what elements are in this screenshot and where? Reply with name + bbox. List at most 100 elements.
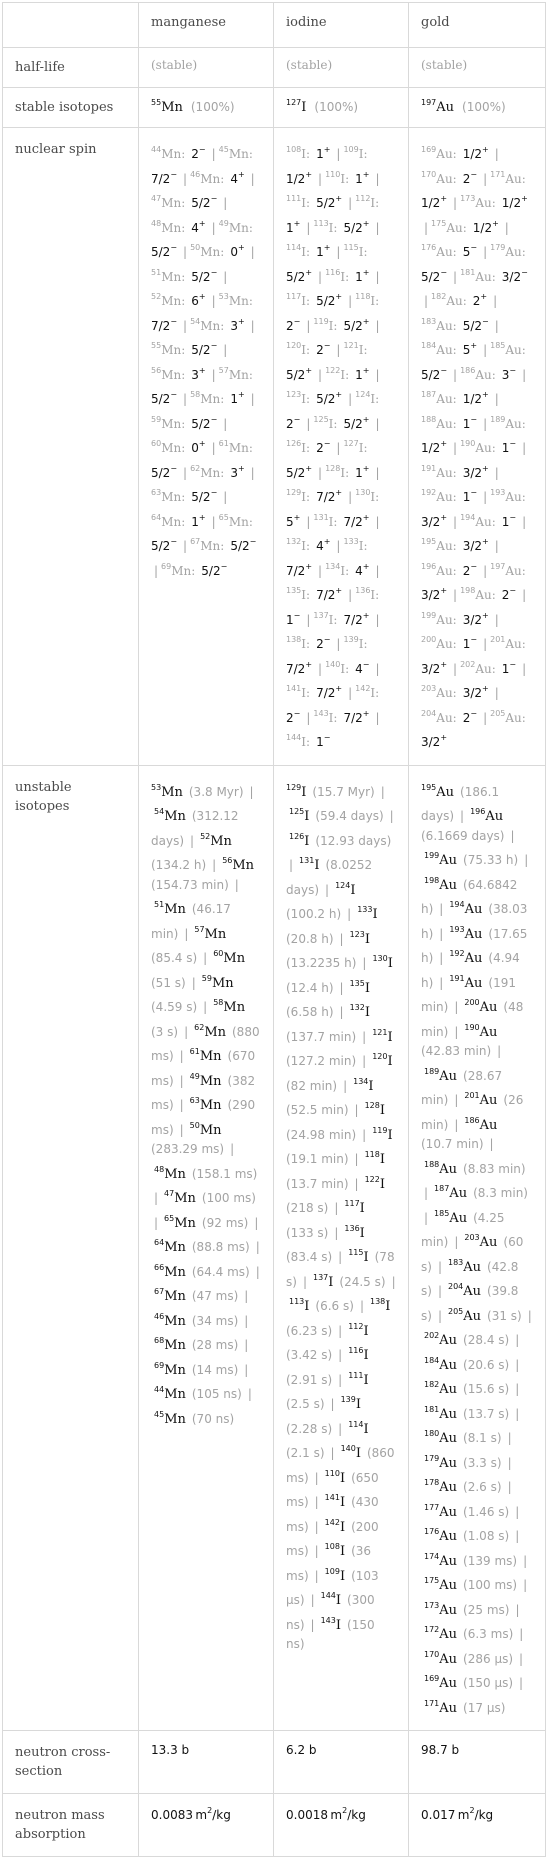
spin-entry: 63Mn: 5/2− <box>151 488 217 504</box>
mass-number: 57 <box>218 365 229 375</box>
corner-cell <box>2 2 139 48</box>
element-symbol: I: <box>358 637 368 651</box>
spin-value: 3/2+ <box>421 586 448 602</box>
separator: | <box>453 441 458 455</box>
spin-value: 3/2+ <box>462 537 489 553</box>
separator: | <box>183 318 188 333</box>
separator: | <box>483 416 488 431</box>
element-comparison-table: manganese iodine gold half-life (stable)… <box>2 2 546 1857</box>
spin-value: 3/2+ <box>421 733 448 749</box>
unstable-isotopes-manganese: 53Mn (3.8 Myr) | 54Mn (312.12 days) | 52… <box>138 764 274 1731</box>
parity-sign: + <box>362 267 370 277</box>
element-symbol: Mn: <box>228 441 253 455</box>
spin-value: 3/2+ <box>462 463 489 480</box>
separator: | <box>453 588 458 602</box>
mass-number: 60 <box>151 439 162 448</box>
separator: | <box>437 1284 442 1298</box>
mass-number: 124 <box>335 880 351 890</box>
isotope-entry: 188Au (8.83 min) <box>424 1160 526 1177</box>
mass-number: 124 <box>355 390 371 399</box>
mass-number: 120 <box>286 341 302 350</box>
value-number: 0.0083 <box>151 1808 193 1822</box>
element-symbol: I: <box>340 563 350 578</box>
separator: | <box>362 1054 367 1068</box>
separator: | <box>338 1250 343 1264</box>
spin-value: 6+ <box>191 292 206 308</box>
separator: | <box>375 661 380 676</box>
spin-value: 3/2+ <box>462 684 489 700</box>
row-label-neutron-mass-absorption: neutron mass absorption <box>2 1793 139 1857</box>
spin-entry: 194Au: 1− <box>460 513 516 529</box>
element-symbol: I <box>339 1544 346 1559</box>
spin-value: 4+ <box>316 537 331 553</box>
separator: | <box>507 1480 512 1494</box>
parity-sign: − <box>509 586 517 595</box>
parity-sign: + <box>362 365 370 375</box>
spin-value: 1+ <box>230 390 245 406</box>
mass-number: 141 <box>286 684 302 693</box>
mass-number: 139 <box>343 635 359 644</box>
parity-sign: + <box>335 194 343 203</box>
isotope-entry: 47Mn (100 ms) <box>164 1189 256 1206</box>
element-symbol: Au <box>439 877 458 893</box>
separator: | <box>289 858 294 872</box>
mass-number: 57 <box>194 924 205 934</box>
separator: | <box>338 1372 343 1387</box>
spin-entry: 108I: 1+ <box>286 145 330 161</box>
element-symbol: Au <box>463 1259 482 1275</box>
spin-entry: 188Au: 1− <box>421 415 477 431</box>
separator: | <box>336 637 341 651</box>
element-symbol: I <box>379 1152 385 1167</box>
parity-sign: + <box>362 610 370 620</box>
mass-number: 143 <box>320 1615 336 1625</box>
separator: | <box>494 612 499 627</box>
element-symbol: Au <box>479 1024 498 1040</box>
mass-number: 58 <box>190 390 201 399</box>
mass-number: 44 <box>151 145 162 154</box>
spin-value: 2− <box>286 414 301 431</box>
separator: | <box>483 563 488 578</box>
spin-entry: 135I: 7/2+ <box>286 586 342 602</box>
element-symbol: Au: <box>436 686 457 700</box>
isotope-entry: 181Au (13.7 s) <box>424 1405 509 1422</box>
separator: | <box>338 1348 343 1362</box>
mass-number: 185 <box>490 341 506 350</box>
mass-number: 111 <box>348 1370 364 1380</box>
half-life: (52.5 min) <box>286 1103 349 1117</box>
mass-number: 63 <box>189 1096 200 1105</box>
separator: | <box>336 147 341 161</box>
spin-value: 5/2− <box>191 267 218 284</box>
separator: | <box>483 637 488 651</box>
separator: | <box>454 1117 459 1132</box>
element-symbol: Au <box>439 1406 458 1422</box>
element-symbol: I <box>328 1274 334 1290</box>
separator: | <box>515 1357 520 1372</box>
mass-number: 141 <box>324 1493 340 1502</box>
element-symbol: I: <box>301 686 311 700</box>
element-symbol: Mn: <box>161 196 186 210</box>
separator: | <box>424 220 429 235</box>
isotope-entry: 129I (15.7 Myr) <box>286 783 375 800</box>
parity-sign: + <box>305 267 313 277</box>
separator: | <box>515 1529 520 1543</box>
mass-number: 169 <box>424 1674 440 1683</box>
unstable-isotopes-iodine: 129I (15.7 Myr) | 125I (59.4 days) | 126… <box>273 764 409 1731</box>
spin-entry: 126I: 2− <box>286 439 330 455</box>
separator: | <box>334 1225 339 1240</box>
mass-number: 186 <box>460 365 476 375</box>
half-life: (6.3 ms) <box>463 1627 514 1641</box>
element-symbol: Au: <box>436 563 457 578</box>
isotope-entry: 66Mn (64.4 ms) <box>154 1263 250 1280</box>
separator: | <box>336 539 341 553</box>
parity-sign: + <box>293 218 301 228</box>
mass-number: 67 <box>190 537 201 546</box>
separator: | <box>314 1544 319 1558</box>
element-symbol: Mn <box>164 1166 186 1182</box>
parity-sign: − <box>440 365 448 375</box>
isotope-entry: 48Mn (158.1 ms) <box>154 1165 257 1182</box>
separator: | <box>314 1519 319 1534</box>
isotope-entry: 69Mn (14 ms) <box>154 1361 238 1378</box>
spin-entry: 176Au: 5− <box>421 243 477 259</box>
element-symbol: Au <box>464 902 483 917</box>
spin-entry: 186Au: 3− <box>460 365 516 382</box>
